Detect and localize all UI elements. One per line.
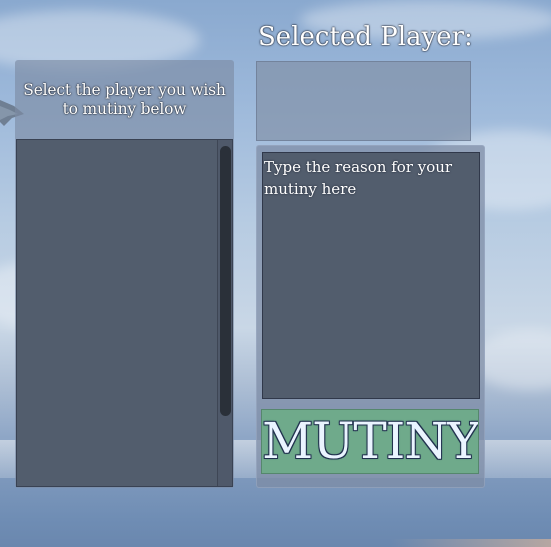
player-select-instructions: Select the player you wish to mutiny bel… — [23, 81, 226, 118]
player-list-scrollbar[interactable] — [217, 140, 232, 486]
mutiny-button[interactable]: MUTINY — [261, 409, 479, 474]
selected-player-display — [256, 61, 471, 141]
mutiny-reason-input[interactable] — [262, 152, 480, 399]
sea — [0, 478, 551, 547]
mutiny-reason-panel: MUTINY — [256, 145, 485, 488]
player-list[interactable] — [16, 139, 233, 487]
scrollbar-thumb[interactable] — [220, 146, 231, 416]
selected-player-heading: Selected Player: — [258, 22, 473, 52]
distant-shore — [391, 539, 551, 547]
player-select-panel: Select the player you wish to mutiny bel… — [15, 60, 234, 488]
